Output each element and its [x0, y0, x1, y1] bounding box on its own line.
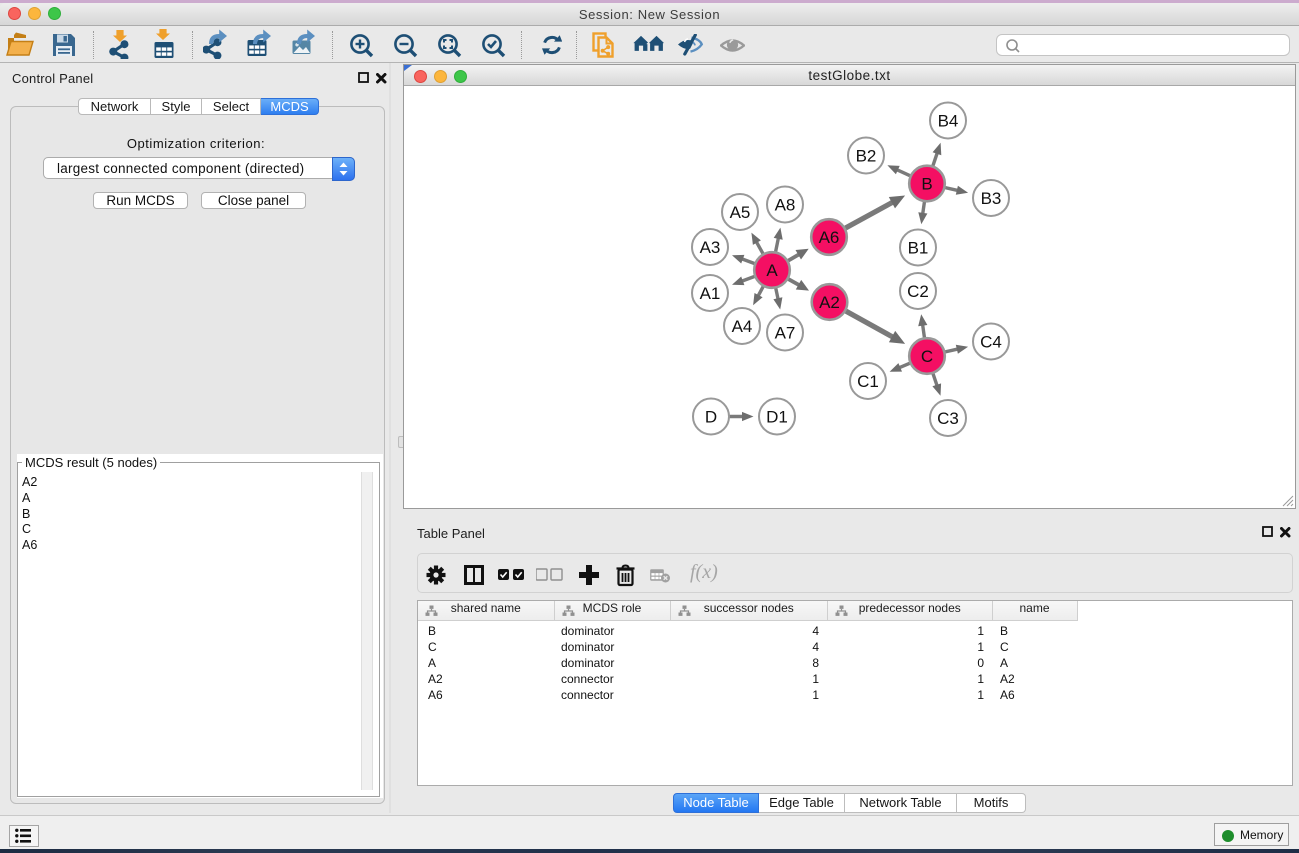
svg-text:C1: C1: [857, 372, 879, 391]
svg-text:A: A: [766, 261, 778, 280]
svg-text:B1: B1: [908, 239, 929, 258]
svg-text:D1: D1: [766, 408, 788, 427]
svg-text:D: D: [705, 408, 717, 427]
svg-text:B4: B4: [938, 112, 959, 131]
svg-text:B: B: [921, 175, 932, 194]
svg-text:A2: A2: [819, 293, 840, 312]
svg-text:A4: A4: [732, 317, 753, 336]
svg-text:C: C: [921, 347, 933, 366]
svg-text:A7: A7: [775, 324, 796, 343]
svg-text:B3: B3: [981, 189, 1002, 208]
svg-text:C3: C3: [937, 409, 959, 428]
svg-text:A6: A6: [819, 228, 840, 247]
svg-text:A1: A1: [700, 284, 721, 303]
svg-text:B2: B2: [856, 147, 877, 166]
svg-text:A3: A3: [700, 238, 721, 257]
svg-text:C4: C4: [980, 333, 1002, 352]
svg-text:A5: A5: [730, 203, 751, 222]
svg-text:C2: C2: [907, 282, 929, 301]
svg-text:A8: A8: [775, 196, 796, 215]
